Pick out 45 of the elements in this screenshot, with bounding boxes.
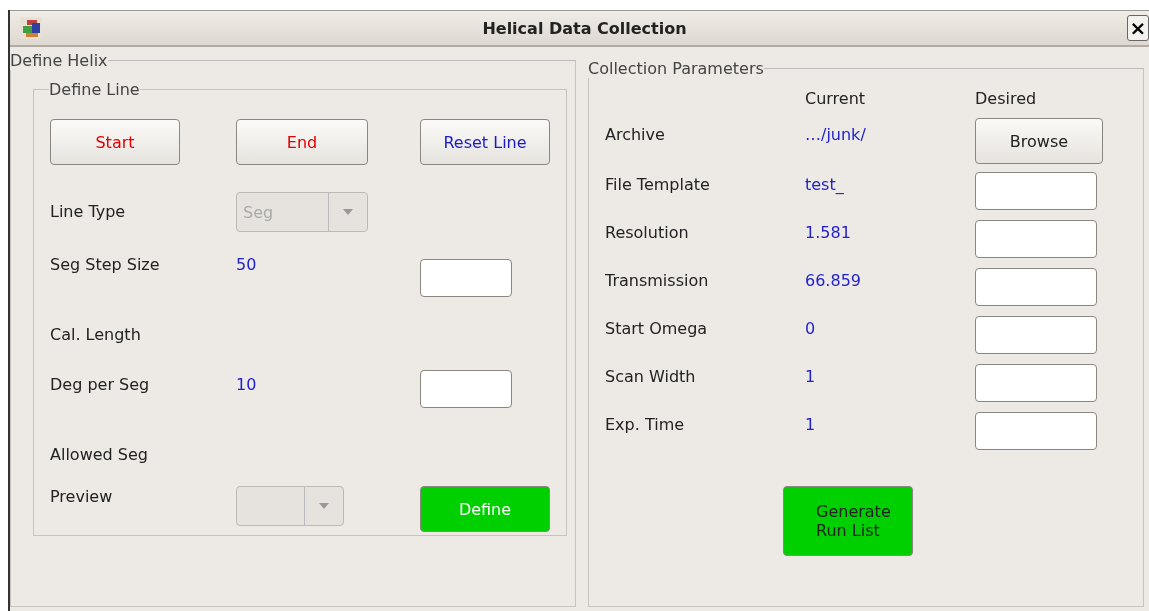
input-field[interactable] [975,220,1097,258]
column-header: Desired [975,88,1037,110]
current-value: test_ [805,174,844,196]
input-field[interactable] [975,316,1097,354]
field-label: Deg per Seg [50,374,151,396]
push-button[interactable]: Reset Line [420,119,550,165]
push-button[interactable]: End [236,119,368,165]
dropdown-arrow-icon [343,209,353,215]
field-label: Seg Step Size [50,254,161,276]
current-value: 1 [805,414,816,436]
group-title: Collection Parameters [588,59,764,78]
field-label: Line Type [50,201,127,223]
current-value: 50 [236,254,258,276]
group-title: Define Line [49,80,140,99]
current-value: 1 [805,366,816,388]
field-label: Start Omega [605,318,708,340]
field-label: Allowed Seg [50,444,149,466]
field-label: Exp. Time [605,414,685,436]
field-label: File Template [605,174,710,196]
column-header: Current [805,88,866,110]
field-label: Cal. Length [50,324,142,346]
input-field[interactable] [975,364,1097,402]
field-label: Archive [605,124,665,146]
current-value: …/junk/ [805,124,866,146]
current-value: 0 [805,318,816,340]
field-label: Transmission [605,270,709,292]
app-logo-icon [20,17,42,39]
field-label: Preview [50,486,114,508]
input-field[interactable] [975,172,1097,210]
push-button[interactable]: Start [50,119,180,165]
browse-button[interactable]: Browse [975,118,1103,164]
input-field[interactable] [975,412,1097,450]
field-label: Scan Width [605,366,696,388]
current-value: 66.859 [805,270,861,292]
input-field[interactable] [975,268,1097,306]
dropdown-arrow-icon [319,503,329,509]
group-title: Define Helix [10,51,108,70]
window-title: Helical Data Collection [481,18,688,38]
field-label: Resolution [605,222,689,244]
input-field[interactable] [420,370,512,408]
current-value: 10 [236,374,258,396]
current-value: 1.581 [805,222,851,244]
close-button[interactable]: × [1127,15,1149,41]
generate-run-list-button[interactable]: Generate Run List [783,486,913,556]
input-field[interactable] [420,259,512,297]
